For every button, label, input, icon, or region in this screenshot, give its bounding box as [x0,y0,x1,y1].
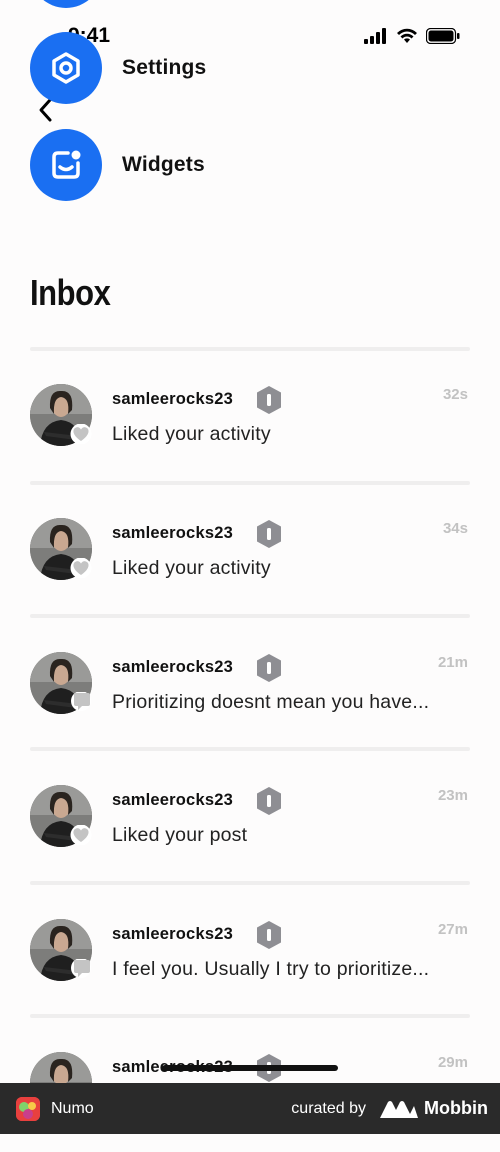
heart-icon [70,825,92,845]
timestamp: 21m [437,654,468,671]
username: samleerocks23 [112,791,233,809]
menu-item-label: Settings [122,56,207,79]
comment-icon [71,959,91,978]
message-preview: Prioritizing doesnt mean you have... [112,691,430,713]
level-badge-icon [257,921,281,949]
level-badge-icon [257,386,281,414]
username: samleerocks23 [112,658,233,676]
message-preview: Liked your activity [112,423,271,445]
app-name: Numo [51,1099,94,1117]
menu-item-label: Widgets [122,153,205,176]
widgets-icon [30,129,102,201]
message-preview: Liked your activity [112,557,271,579]
attribution-footer: Numo curated by Mobbin [0,1083,500,1134]
level-badge-icon [257,787,281,815]
home-indicator [162,1065,338,1071]
heart-icon [70,424,92,444]
comment-icon [71,692,91,711]
inbox-row[interactable]: samleerocks23 Liked your activity 34s [30,518,470,618]
username: samleerocks23 [112,390,233,408]
inbox-row[interactable]: samleerocks23 Liked your activity 32s [30,384,470,484]
curated-by-label: curated by [291,1099,367,1117]
menu-item-settings[interactable]: Settings [30,32,470,104]
inbox-row[interactable]: samleerocks23 Liked your post 23m [30,785,470,885]
numo-app-icon [16,1096,40,1121]
inbox-row[interactable]: samleerocks23 I feel you. Usually I try … [30,919,470,1019]
message-preview: I feel you. Usually I try to prioritize.… [112,958,430,980]
message-preview: Liked your post [112,824,248,846]
settings-icon [30,32,102,104]
timestamp: 27m [437,921,468,938]
level-badge-icon [257,520,281,548]
menu-item-partial-icon[interactable] [30,0,102,8]
level-badge-icon [257,654,281,682]
inbox-title: Inbox [30,272,111,313]
divider [30,347,470,351]
timestamp: 32s [442,386,468,403]
username: samleerocks23 [112,925,233,943]
inbox-row[interactable]: samleerocks23 Prioritizing doesnt mean y… [30,652,470,752]
heart-icon [70,558,92,578]
timestamp: 23m [437,787,468,804]
mobbin-logo-icon [380,1100,419,1118]
timestamp: 34s [442,520,468,537]
username: samleerocks23 [112,524,233,542]
menu-item-widgets[interactable]: Widgets [30,129,470,201]
brand-name: Mobbin [424,1098,488,1118]
timestamp: 29m [437,1054,468,1071]
